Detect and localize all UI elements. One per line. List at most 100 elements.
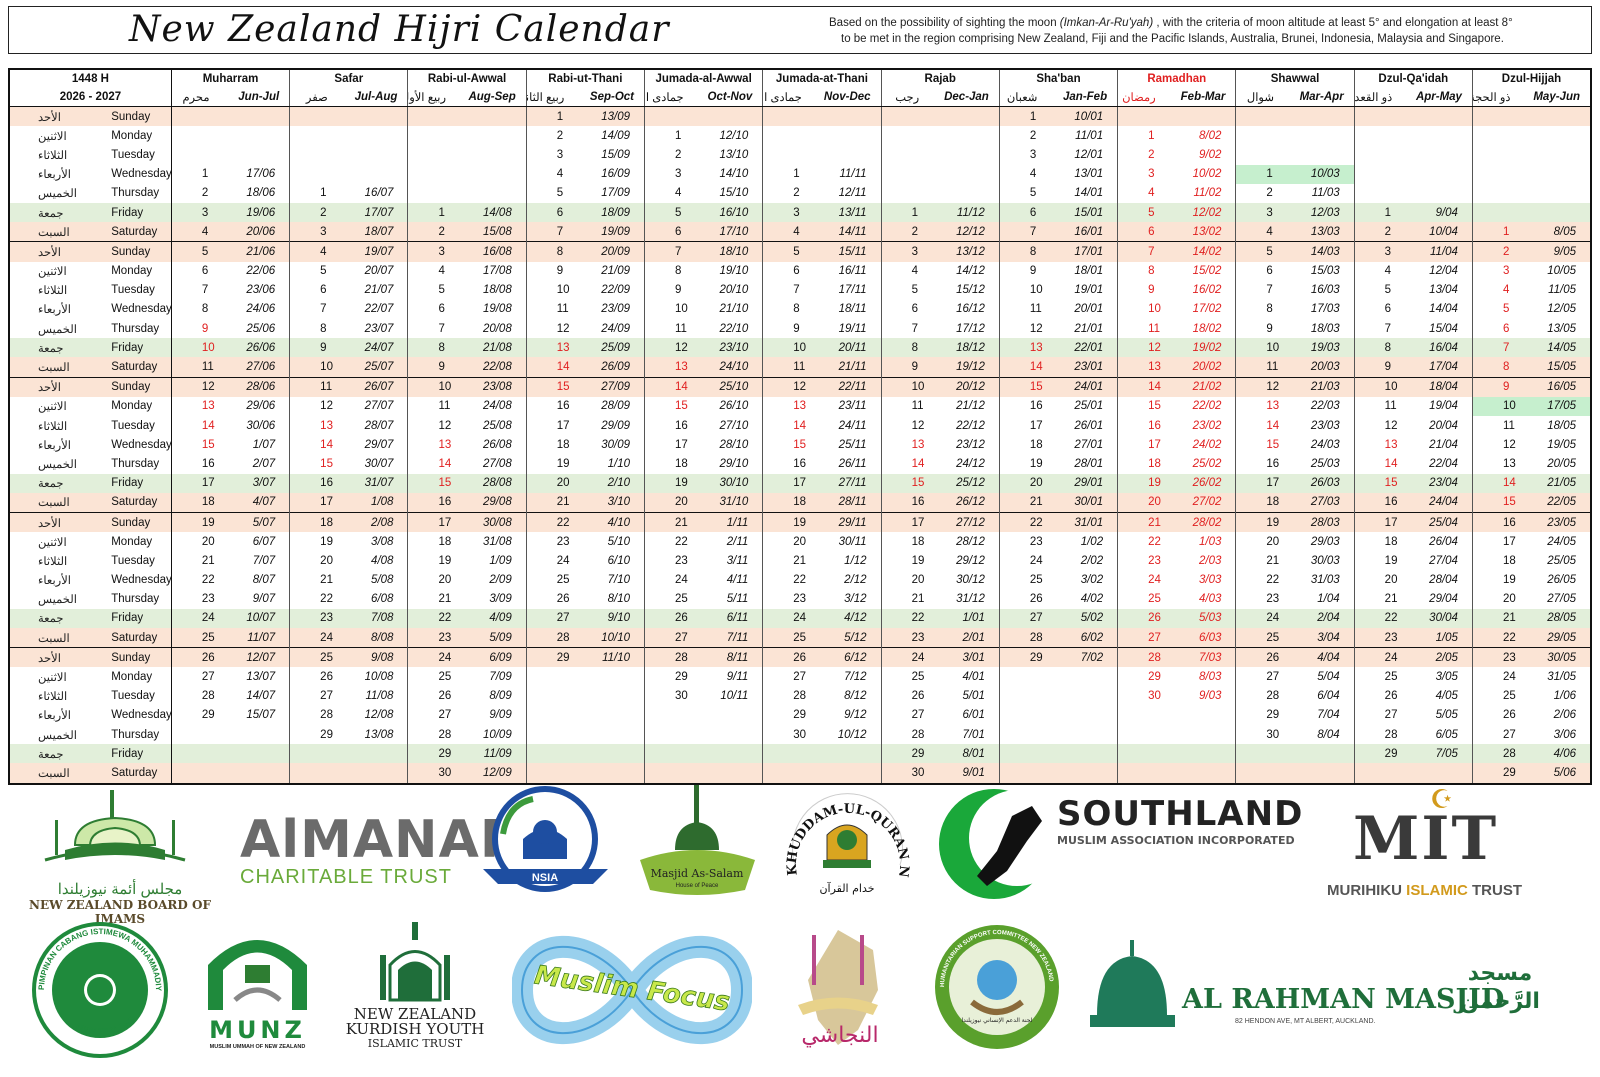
gregorian-date: 30/06	[246, 419, 276, 432]
calendar-row: جمعة Friday 17 3/07 16 31/07 15 28/08 20 2/10 19 30…	[9, 473, 1591, 493]
hijri-day: 15	[643, 396, 695, 416]
hijri-day: 5	[170, 241, 222, 262]
hijri-day: 10	[1235, 338, 1286, 358]
hijri-day: 16	[762, 454, 813, 474]
weekday-arabic: الأربعاء	[38, 439, 71, 452]
najashi-logo: النجاشي	[778, 920, 898, 1055]
gregorian-date: 15/09	[601, 148, 630, 161]
nzbi-arabic: مجلس أئمة نيوزيلندا	[57, 881, 183, 898]
gregorian-date: 26/12	[931, 492, 1000, 513]
hijri-day: 16	[1235, 454, 1286, 474]
hijri-day	[289, 744, 340, 764]
gregorian-date: 4/04	[1286, 647, 1355, 668]
gregorian-date: 9/10	[576, 608, 645, 629]
gregorian-date: 21/01	[1074, 322, 1104, 335]
hijri-day: 23	[998, 532, 1050, 552]
gregorian-date	[340, 145, 408, 164]
hijri-day: 4	[525, 164, 577, 184]
weekday-arabic: الأحد	[9, 376, 100, 397]
hijri-day: 9	[1117, 280, 1168, 300]
hijri-day: 23	[762, 589, 813, 609]
gregorian-date: 18/01	[1074, 265, 1104, 278]
hijri-day: 8	[998, 241, 1050, 262]
hijri-day	[1353, 164, 1405, 184]
month-arabic-name: شعبان	[998, 88, 1050, 107]
hijri-day: 4	[643, 183, 695, 203]
southland-name: SOUTHLAND	[1057, 794, 1304, 834]
hijri-day: 28	[998, 628, 1050, 648]
gregorian-date: 12/08	[364, 709, 394, 722]
calendar-row: الثلاثاء Tuesday 21 7/07 20 4/08 19 1/09 24 6/10 2…	[9, 551, 1591, 571]
hijri-day: 22	[643, 532, 695, 552]
hijri-day: 10	[880, 376, 932, 397]
gregorian-date: 14/09	[601, 129, 630, 142]
gregorian-date: 28/04	[1429, 574, 1458, 587]
hijri-day	[1117, 106, 1168, 127]
mit-subtitle: MURIHIKU ISLAMIC TRUST	[1327, 882, 1522, 899]
gregorian-date: 4/03	[1199, 593, 1222, 606]
month-gregorian-range: Dec-Jan	[931, 88, 1000, 107]
gregorian-date: 9/02	[1199, 148, 1222, 161]
nsia-logo: NSIA	[478, 784, 613, 902]
gregorian-date: 28/03	[1286, 511, 1355, 533]
hijri-day: 21	[998, 492, 1050, 513]
hijri-day	[1471, 126, 1523, 146]
hijri-day: 15	[1353, 473, 1405, 493]
hijri-day	[289, 126, 340, 146]
hijri-day: 5	[1235, 241, 1286, 262]
gregorian-date: 1/09	[489, 554, 512, 567]
hijri-day: 25	[643, 589, 695, 609]
hijri-day: 14	[1471, 473, 1523, 493]
gregorian-date: 23/01	[1049, 357, 1118, 378]
weekday-english: Sunday	[99, 647, 172, 668]
gregorian-date: 30/07	[364, 457, 394, 470]
gregorian-date: 6/03	[1167, 628, 1236, 648]
gregorian-date	[1286, 126, 1354, 145]
header-row-months: 1448 H Muharram Safar Rabi-ul-Awwal Rabi-ut-…	[9, 69, 1591, 88]
gregorian-date: 4/02	[1080, 593, 1104, 606]
hijri-day: 18	[998, 435, 1050, 455]
gregorian-date: 5/01	[962, 690, 985, 703]
hijri-day: 24	[170, 608, 222, 629]
hijri-day: 9	[289, 338, 340, 358]
nzbi-logo: مجلس أئمة نيوزيلندا NEW ZEALAND BOARD OF…	[15, 780, 225, 926]
weekday-arabic: جمعة	[9, 608, 100, 629]
calendar-row: الخميس Thursday 9 25/06 8 23/07 7 20/08 12 24/09 1…	[9, 319, 1591, 339]
gregorian-date: 24/05	[1547, 535, 1576, 548]
gregorian-date: 1/04	[1317, 593, 1340, 606]
gregorian-date	[1286, 106, 1355, 127]
hijri-day: 19	[289, 532, 340, 552]
hijri-day: 4	[1471, 280, 1523, 300]
gregorian-date: 13/11	[812, 202, 882, 223]
hijri-day: 1	[1353, 202, 1405, 223]
gregorian-date: 28/01	[1074, 457, 1104, 470]
hijri-day: 30	[1235, 725, 1286, 745]
month-gregorian-range: Aug-Sep	[458, 88, 527, 107]
hijri-day	[407, 183, 459, 203]
hijri-day: 3	[643, 164, 695, 184]
hijri-day: 25	[998, 570, 1050, 590]
month-arabic-name: محرم	[170, 88, 222, 107]
najashi-name: النجاشي	[801, 1023, 878, 1048]
calendar-row: الأربعاء Wednesday 29 15/07 28 12/08 27 9/09 29 9…	[9, 705, 1591, 725]
hijri-day: 8	[289, 319, 340, 339]
gregorian-date: 30/12	[956, 574, 985, 587]
gregorian-date: 22/01	[1049, 338, 1118, 358]
hijri-day: 11	[998, 299, 1050, 320]
hijri-day: 11	[1117, 319, 1168, 339]
gregorian-date: 25/06	[246, 322, 276, 335]
hijri-day: 9	[880, 357, 932, 378]
hijri-day: 14	[1117, 376, 1168, 397]
hijri-day	[407, 164, 459, 184]
hijri-day: 18	[407, 532, 459, 552]
hijri-day: 17	[525, 416, 577, 436]
hijri-day: 10	[643, 299, 695, 320]
gregorian-date: 5/08	[371, 574, 394, 587]
gregorian-date: 10/09	[482, 728, 512, 741]
gregorian-date: 20/07	[364, 265, 394, 278]
hijri-day: 8	[762, 299, 813, 320]
gregorian-date	[931, 165, 999, 184]
gregorian-date: 11/04	[1404, 241, 1473, 262]
hijri-day: 20	[643, 492, 695, 513]
weekday-english: Sunday	[99, 106, 172, 127]
